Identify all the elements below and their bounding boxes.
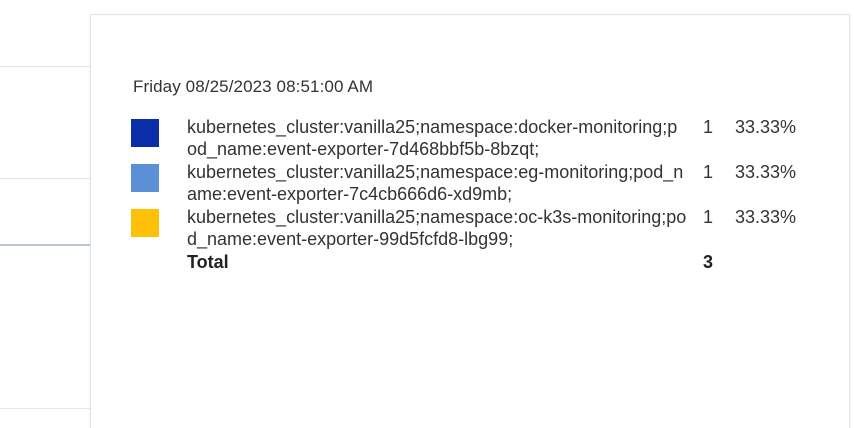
chart-panel: Friday 08/25/2023 08:51:00 AM kubernetes… [0,0,854,428]
series-percent: 33.33% [735,207,797,227]
tooltip-total-row: Total 3 [131,252,831,282]
chart-gridline [0,66,92,67]
chart-gridline [0,408,92,409]
series-percent: 33.33% [735,162,797,182]
chart-gridline [0,178,92,179]
tooltip-series-row: kubernetes_cluster:vanilla25;namespace:d… [131,117,831,160]
series-color-swatch [131,119,159,147]
total-label: Total [187,252,229,272]
chart-tooltip: Friday 08/25/2023 08:51:00 AM kubernetes… [90,14,850,428]
series-percent: 33.33% [735,117,797,137]
series-count: 1 [703,207,714,227]
tooltip-series-row: kubernetes_cluster:vanilla25;namespace:e… [131,162,831,205]
series-color-swatch [131,164,159,192]
series-label: kubernetes_cluster:vanilla25;namespace:d… [187,117,678,159]
series-label: kubernetes_cluster:vanilla25;namespace:o… [187,207,687,249]
tooltip-series-list: kubernetes_cluster:vanilla25;namespace:d… [131,117,831,282]
total-count: 3 [703,252,714,272]
series-color-swatch [131,209,159,237]
series-label: kubernetes_cluster:vanilla25;namespace:e… [187,162,684,204]
tooltip-timestamp: Friday 08/25/2023 08:51:00 AM [133,77,374,96]
series-count: 1 [703,162,714,182]
series-count: 1 [703,117,714,137]
tooltip-series-row: kubernetes_cluster:vanilla25;namespace:o… [131,207,831,250]
chart-series-line [0,244,92,246]
